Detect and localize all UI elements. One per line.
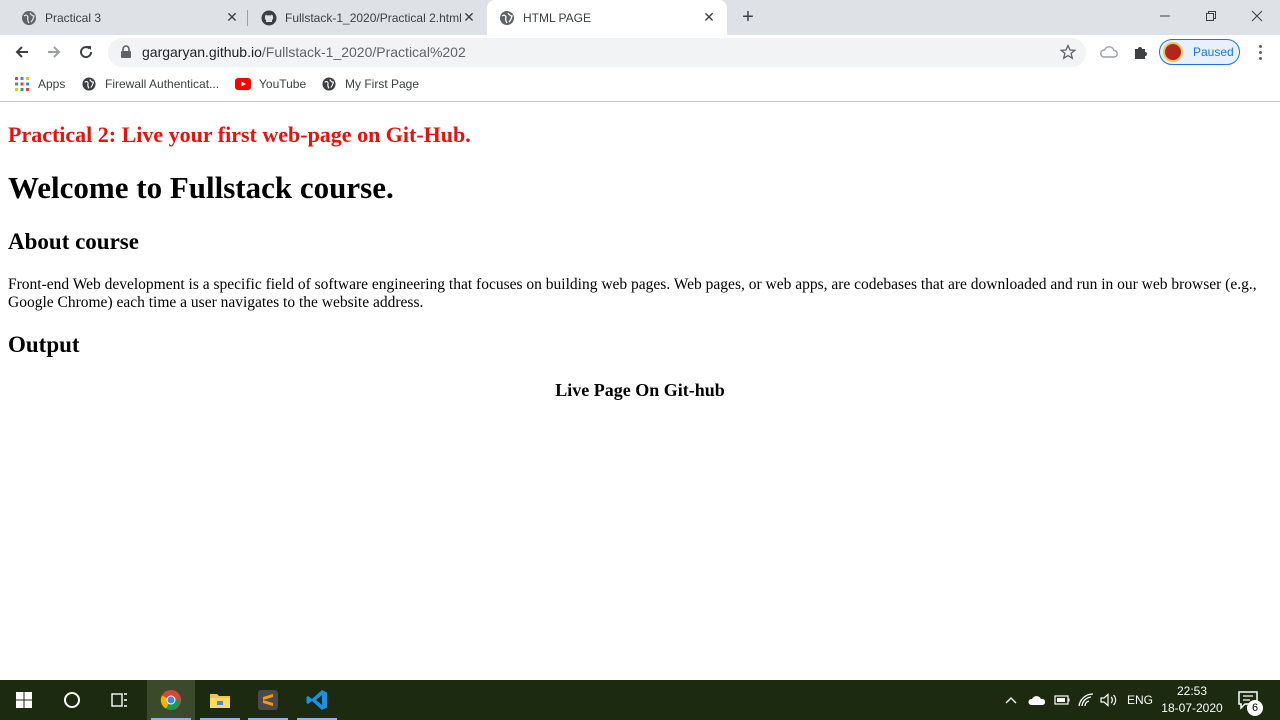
- tab-title: Practical 3: [45, 10, 102, 25]
- search-button[interactable]: [48, 680, 96, 720]
- chrome-icon: [160, 690, 181, 710]
- lock-icon[interactable]: [120, 45, 132, 59]
- sync-button[interactable]: [1099, 42, 1119, 62]
- chevron-up-icon: [1005, 697, 1017, 704]
- extensions-button[interactable]: [1131, 42, 1151, 62]
- tab-practical-3[interactable]: Practical 3 ✕: [0, 0, 246, 35]
- output-text: Live Page On Git-hub: [555, 380, 725, 400]
- apps-grid-icon: [14, 76, 30, 92]
- output-heading: Output: [8, 332, 80, 357]
- forward-button[interactable]: [42, 40, 66, 64]
- reload-button[interactable]: [74, 40, 98, 64]
- about-heading: About course: [8, 229, 139, 254]
- arrow-left-icon: [15, 46, 28, 58]
- system-clock[interactable]: 22:53 18-07-2020: [1160, 683, 1224, 717]
- profile-button[interactable]: Paused: [1159, 39, 1240, 65]
- battery-icon: [1054, 695, 1070, 705]
- windows-taskbar: ENG 22:53 18-07-2020 6: [0, 680, 1280, 720]
- bookmark-label: My First Page: [345, 77, 420, 91]
- clock-time: 22:53: [1176, 684, 1208, 698]
- arrow-right-icon: [48, 46, 61, 58]
- browser-toolbar: gargaryan.github.io/Fullstack-1_2020/Pra…: [0, 35, 1280, 69]
- close-window-button[interactable]: [1234, 0, 1280, 32]
- menu-dot-icon: [1258, 44, 1262, 48]
- file-explorer-icon: [210, 694, 230, 708]
- clock-date: 18-07-2020: [1161, 701, 1223, 715]
- vscode-icon: [306, 690, 327, 710]
- back-button[interactable]: [10, 40, 34, 64]
- globe-icon: [500, 10, 514, 25]
- tab-title: HTML PAGE: [523, 10, 592, 25]
- close-icon: [1251, 10, 1263, 22]
- menu-dot-icon: [1258, 56, 1262, 60]
- bookmark-my-first-page[interactable]: My First Page: [321, 76, 419, 92]
- close-tab-icon[interactable]: ✕: [224, 9, 240, 26]
- windows-start-icon: [16, 692, 32, 708]
- bookmark-label: YouTube: [259, 77, 307, 91]
- avatar: [1163, 42, 1183, 62]
- bookmark-label: Firewall Authenticat...: [105, 77, 220, 91]
- bookmark-star-icon[interactable]: [1060, 44, 1076, 60]
- youtube-icon: [235, 76, 251, 92]
- close-tab-icon[interactable]: ✕: [461, 9, 477, 26]
- profile-status: Paused: [1193, 45, 1234, 59]
- tray-wifi[interactable]: [1078, 680, 1094, 720]
- bookmark-youtube[interactable]: YouTube: [235, 76, 306, 92]
- tray-language[interactable]: ENG: [1127, 680, 1153, 720]
- url-host: gargaryan.github.io: [142, 44, 262, 60]
- new-tab-button[interactable]: +: [738, 7, 758, 27]
- page-title: Welcome to Fullstack course.: [8, 170, 394, 205]
- close-tab-icon[interactable]: ✕: [701, 9, 717, 26]
- tab-strip: Practical 3 ✕ Fullstack-1_2020/Practical…: [0, 0, 1280, 35]
- start-button[interactable]: [0, 680, 48, 720]
- tab-html-page[interactable]: HTML PAGE ✕: [487, 0, 727, 35]
- bookmarks-bar: Apps Firewall Authenticat... YouTube My …: [0, 69, 1280, 102]
- volume-icon: [1100, 693, 1117, 707]
- practical-heading: Practical 2: Live your first web-page on…: [8, 122, 471, 147]
- menu-dot-icon: [1258, 50, 1262, 54]
- taskbar-chrome[interactable]: [147, 680, 195, 720]
- notification-count-badge: 6: [1247, 700, 1263, 716]
- task-view-button[interactable]: [96, 680, 144, 720]
- puzzle-icon: [1135, 47, 1147, 59]
- task-view-icon: [111, 693, 127, 707]
- bookmark-firewall[interactable]: Firewall Authenticat...: [81, 76, 219, 92]
- about-paragraph: Front-end Web development is a specific …: [8, 276, 1257, 311]
- cloud-sync-icon: [1100, 46, 1118, 58]
- tab-title: Fullstack-1_2020/Practical 2.html: [285, 10, 461, 25]
- address-bar[interactable]: gargaryan.github.io/Fullstack-1_2020/Pra…: [108, 38, 1086, 67]
- taskbar-vscode[interactable]: [293, 680, 341, 720]
- globe-icon: [81, 76, 97, 92]
- github-icon: [261, 10, 277, 25]
- url-path: /Fullstack-1_2020/Practical%202: [261, 44, 466, 60]
- restore-icon: [1206, 11, 1216, 21]
- minimize-button[interactable]: [1142, 0, 1188, 32]
- onedrive-cloud-icon: [1028, 696, 1046, 705]
- bookmark-apps[interactable]: Apps: [14, 76, 65, 92]
- restore-button[interactable]: [1188, 0, 1234, 32]
- web-page-content: Practical 2: Live your first web-page on…: [0, 103, 1280, 680]
- chrome-menu-button[interactable]: [1250, 42, 1270, 62]
- search-cortana-icon: [64, 692, 80, 708]
- globe-icon: [22, 10, 36, 25]
- tray-volume[interactable]: [1100, 680, 1118, 720]
- tray-show-hidden[interactable]: [1005, 680, 1021, 720]
- tray-battery[interactable]: [1052, 680, 1070, 720]
- taskbar-sublime-text[interactable]: [244, 680, 292, 720]
- minimize-icon: [1160, 15, 1170, 17]
- taskbar-file-explorer[interactable]: [196, 680, 244, 720]
- tab-fullstack-github[interactable]: Fullstack-1_2020/Practical 2.html ✕: [240, 0, 486, 35]
- globe-icon: [321, 76, 337, 92]
- tray-onedrive[interactable]: [1028, 680, 1046, 720]
- sublime-text-icon: [258, 690, 278, 710]
- bookmark-label: Apps: [38, 77, 66, 91]
- reload-icon: [80, 46, 93, 59]
- wifi-icon: [1078, 693, 1094, 707]
- url-text[interactable]: gargaryan.github.io/Fullstack-1_2020/Pra…: [142, 44, 466, 60]
